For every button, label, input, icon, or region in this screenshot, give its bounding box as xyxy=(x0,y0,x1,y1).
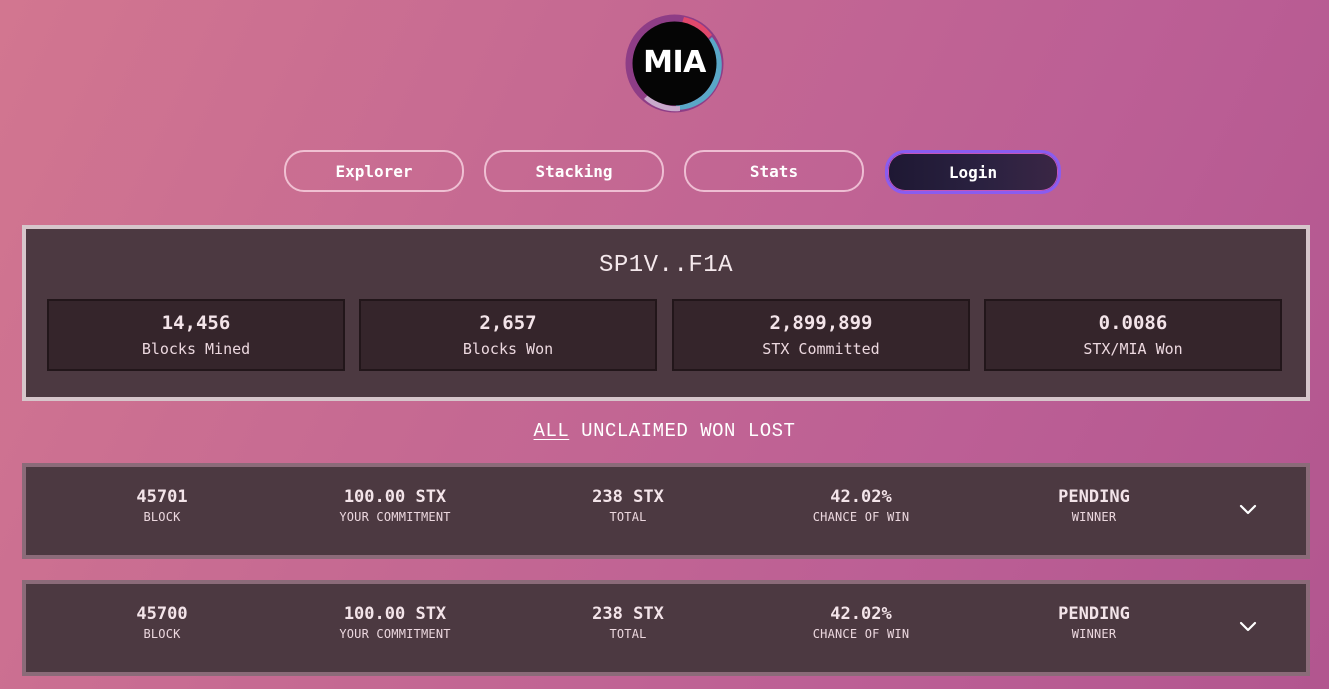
chance-value: 42.02% xyxy=(830,487,892,507)
block-row[interactable]: 45701 BLOCK 100.00 STX YOUR COMMITMENT 2… xyxy=(22,463,1310,559)
total-cell: 238 STX TOTAL xyxy=(528,487,728,524)
stat-blocks-mined: 14,456 Blocks Mined xyxy=(47,299,345,371)
commitment-cell: 100.00 STX YOUR COMMITMENT xyxy=(295,487,495,524)
chance-label: CHANCE OF WIN xyxy=(812,510,910,524)
stat-stx-mia-won: 0.0086 STX/MIA Won xyxy=(984,299,1282,371)
commitment-label: YOUR COMMITMENT xyxy=(339,627,451,641)
stat-value: 2,657 xyxy=(479,312,537,334)
stat-label: STX Committed xyxy=(762,340,880,358)
winner-value: PENDING xyxy=(1058,604,1130,624)
chevron-down-icon[interactable] xyxy=(1236,614,1260,638)
filter-unclaimed[interactable]: UNCLAIMED xyxy=(581,420,688,442)
winner-label: WINNER xyxy=(1071,510,1117,524)
stat-value: 0.0086 xyxy=(1098,312,1168,334)
wallet-address: SP1V..F1A xyxy=(598,252,734,279)
commitment-cell: 100.00 STX YOUR COMMITMENT xyxy=(295,604,495,641)
stat-label: Blocks Mined xyxy=(141,340,251,358)
chance-label: CHANCE OF WIN xyxy=(812,627,910,641)
block-filter-bar: ALL UNCLAIMED WON LOST xyxy=(0,420,1329,442)
block-cell: 45701 BLOCK xyxy=(62,487,262,524)
winner-cell: PENDING WINNER xyxy=(994,487,1194,524)
stat-blocks-won: 2,657 Blocks Won xyxy=(359,299,657,371)
login-button[interactable]: Login xyxy=(885,150,1061,194)
block-row[interactable]: 45700 BLOCK 100.00 STX YOUR COMMITMENT 2… xyxy=(22,580,1310,676)
explorer-button[interactable]: Explorer xyxy=(284,150,464,192)
block-label: BLOCK xyxy=(143,510,181,524)
winner-cell: PENDING WINNER xyxy=(994,604,1194,641)
stacking-button[interactable]: Stacking xyxy=(484,150,664,192)
total-cell: 238 STX TOTAL xyxy=(528,604,728,641)
chance-cell: 42.02% CHANCE OF WIN xyxy=(761,487,961,524)
filter-won[interactable]: WON xyxy=(700,420,736,442)
mining-summary-panel: SP1V..F1A 14,456 Blocks Mined 2,657 Bloc… xyxy=(22,225,1310,401)
stat-label: STX/MIA Won xyxy=(1083,340,1183,358)
commitment-value: 100.00 STX xyxy=(343,487,447,507)
winner-value: PENDING xyxy=(1058,487,1130,507)
total-value: 238 STX xyxy=(592,604,664,624)
filter-lost[interactable]: LOST xyxy=(748,420,796,442)
stat-value: 2,899,899 xyxy=(769,312,873,334)
chevron-down-icon[interactable] xyxy=(1236,497,1260,521)
block-cell: 45700 BLOCK xyxy=(62,604,262,641)
commitment-value: 100.00 STX xyxy=(343,604,447,624)
stat-label: Blocks Won xyxy=(462,340,554,358)
chance-cell: 42.02% CHANCE OF WIN xyxy=(761,604,961,641)
block-number: 45701 xyxy=(136,487,188,507)
mia-logo[interactable]: MIA xyxy=(624,13,725,114)
stats-button[interactable]: Stats xyxy=(684,150,864,192)
total-label: TOTAL xyxy=(609,627,647,641)
logo-text: MIA xyxy=(643,45,706,80)
block-number: 45700 xyxy=(136,604,188,624)
commitment-label: YOUR COMMITMENT xyxy=(339,510,451,524)
total-value: 238 STX xyxy=(592,487,664,507)
main-nav: Explorer Stacking Stats Login xyxy=(284,150,1064,194)
stat-value: 14,456 xyxy=(161,312,231,334)
filter-all[interactable]: ALL xyxy=(534,420,570,442)
block-label: BLOCK xyxy=(143,627,181,641)
chance-value: 42.02% xyxy=(830,604,892,624)
winner-label: WINNER xyxy=(1071,627,1117,641)
total-label: TOTAL xyxy=(609,510,647,524)
stat-stx-committed: 2,899,899 STX Committed xyxy=(672,299,970,371)
